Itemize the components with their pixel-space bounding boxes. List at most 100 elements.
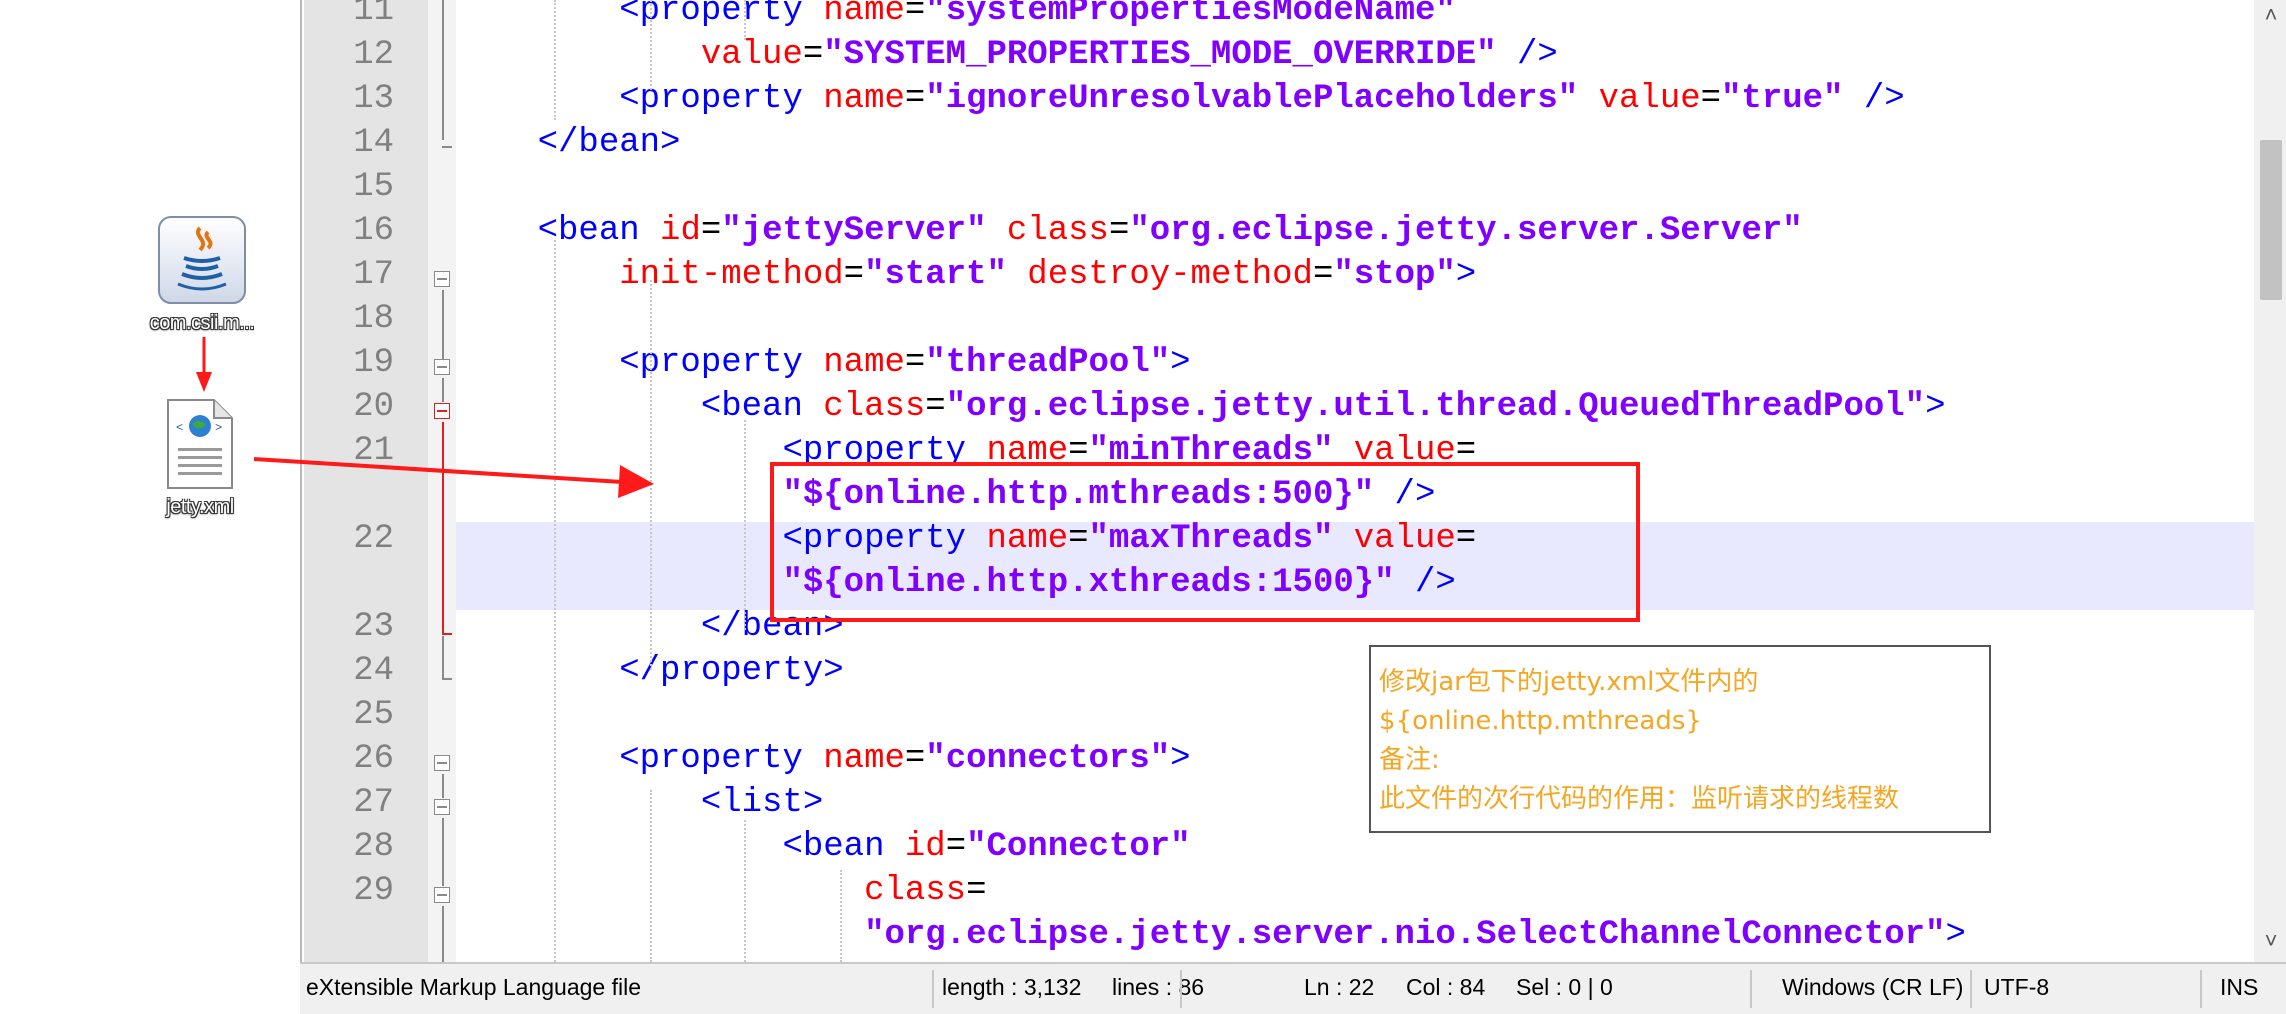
code-token: "SYSTEM_PROPERTIES_MODE_OVERRIDE" [823,36,1497,74]
code-line[interactable]: <bean id="Connector" [456,828,1191,866]
note-line-1: 修改jar包下的jetty.xml文件内的 [1379,667,1759,697]
code-token: "org.eclipse.jetty.server.nio.SelectChan… [456,916,1946,954]
code-token: <bean [456,828,905,866]
line-number: 18 [353,300,394,338]
code-token: value [1578,80,1701,118]
code-token: = [945,828,967,866]
code-token: "connectors" [925,740,1171,778]
status-encoding: UTF-8 [1984,974,2050,1000]
code-token: name [823,740,905,778]
code-line[interactable]: <property name="threadPool"> [456,344,1191,382]
code-line[interactable]: </bean> [456,124,681,162]
status-sel: Sel : 0 | 0 [1516,974,1613,1000]
desktop-icon-jar[interactable]: com.csii.m... [122,214,282,335]
line-number: 22 [353,520,394,558]
line-number: 20 [353,388,394,426]
line-number: 16 [353,212,394,250]
code-token: = [1700,80,1722,118]
status-lines: lines : 86 [1112,974,1205,1000]
line-number: 13 [353,80,394,118]
code-token: name [823,344,905,382]
code-token: name [823,80,905,118]
java-jar-icon [158,216,246,304]
code-line[interactable]: <bean class="org.eclipse.jetty.util.thre… [456,388,1946,426]
annotation-note: 修改jar包下的jetty.xml文件内的 ${online.http.mthr… [1369,645,1991,833]
line-number: 24 [353,652,394,690]
status-length: length : 3,132 [942,974,1082,1000]
fold-toggle-17[interactable] [434,271,450,287]
scroll-down-arrow-icon[interactable]: ˅ [2254,928,2286,954]
desktop-icon-jetty-xml-label: jetty.xml [166,496,234,518]
status-eol: Windows (CR LF) [1782,974,1964,1000]
code-line[interactable]: init-method="start" destroy-method="stop… [456,256,1476,294]
status-bar: eXtensible Markup Language file length :… [300,962,2286,1014]
code-token: "jettyServer" [721,212,987,250]
code-token: class [456,872,967,910]
code-token: destroy-method [1006,256,1313,294]
code-token: > [1170,344,1191,382]
line-number: 11 [353,0,394,30]
code-token: <property [456,740,824,778]
code-line[interactable]: value="SYSTEM_PROPERTIES_MODE_OVERRIDE" … [456,36,1558,74]
code-token: = [904,740,926,778]
note-line-4: 此文件的次行代码的作用：监听请求的线程数 [1379,784,1900,814]
svg-text:>: > [215,421,222,435]
fold-toggle-29[interactable] [434,887,450,903]
svg-text:<: < [176,421,183,435]
line-number: 29 [353,872,394,910]
code-token: "Connector" [966,828,1191,866]
code-token: > [1170,740,1191,778]
code-token: "threadPool" [925,344,1171,382]
status-file-type: eXtensible Markup Language file [306,974,642,1000]
note-line-2: ${online.http.mthreads} [1379,706,1702,736]
vertical-scrollbar[interactable]: ˄ ˅ [2254,0,2286,962]
fold-toggle-27[interactable] [434,799,450,815]
code-token: "stop" [1333,256,1456,294]
code-token: = [904,0,926,30]
line-number: 19 [353,344,394,382]
code-line[interactable]: <bean id="jettyServer" class="org.eclips… [456,212,1803,250]
desktop-icon-jetty-xml[interactable]: < > jetty.xml [120,398,280,519]
code-token: "org.eclipse.jetty.util.thread.QueuedThr… [945,388,1926,426]
code-token: <list> [456,784,824,822]
line-number: 28 [353,828,394,866]
code-token: "systemPropertiesModeName" [925,0,1456,30]
code-line[interactable]: class= [456,872,987,910]
highlight-box [770,462,1640,622]
line-number: 27 [353,784,394,822]
code-token: = [1312,256,1334,294]
code-token: value [456,36,803,74]
scrollbar-thumb[interactable] [2260,140,2282,300]
status-col: Col : 84 [1406,974,1486,1000]
line-number: 14 [353,124,394,162]
fold-toggle-19[interactable] [434,359,450,375]
code-token: = [802,36,824,74]
line-number: 15 [353,168,394,206]
code-token: <property [456,344,824,382]
code-token: "ignoreUnresolvablePlaceholders" [925,80,1579,118]
code-token: = [966,872,987,910]
status-ln: Ln : 22 [1304,974,1375,1000]
code-token: name [823,0,905,30]
code-token: = [904,344,926,382]
code-token: = [700,212,722,250]
code-line[interactable]: <property name="connectors"> [456,740,1191,778]
line-number: 12 [353,36,394,74]
code-token: id [660,212,701,250]
code-line[interactable]: <property name="systemPropertiesModeName… [456,0,1456,30]
code-token: "start" [864,256,1007,294]
code-token: > [1455,256,1477,294]
code-token: <property [456,0,824,30]
code-token: > [1945,916,1966,954]
code-line[interactable]: <property name="ignoreUnresolvablePlaceh… [456,80,1904,118]
fold-toggle-26[interactable] [434,755,450,771]
scroll-up-arrow-icon[interactable]: ˄ [2254,2,2286,28]
code-line[interactable]: "org.eclipse.jetty.server.nio.SelectChan… [456,916,1966,954]
code-token: <bean [456,212,661,250]
code-token: "org.eclipse.jetty.server.Server" [1129,212,1803,250]
code-token: = [843,256,865,294]
code-token: "true" [1721,80,1844,118]
fold-toggle-20[interactable] [434,403,450,419]
code-line[interactable]: <list> [456,784,823,822]
note-line-3: 备注: [1379,745,1440,775]
